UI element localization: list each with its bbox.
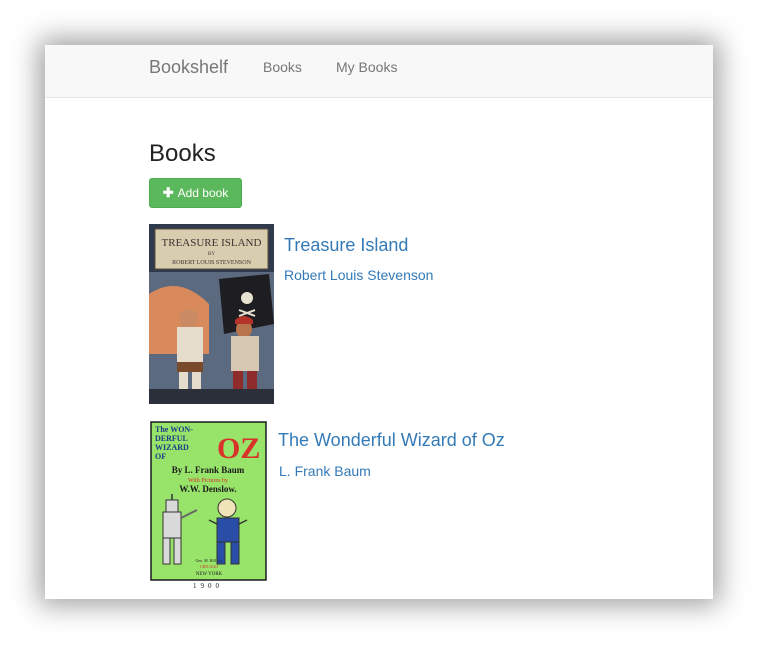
cover-city-newyork: NEW YORK: [196, 572, 223, 577]
book-author-link[interactable]: L. Frank Baum: [279, 463, 371, 479]
cover-illustrator-text: W.W. Denslow.: [179, 484, 236, 494]
book-author-link[interactable]: Robert Louis Stevenson: [284, 267, 433, 283]
cover-line-4: OF: [155, 452, 166, 461]
cover-year-text: 1900: [193, 582, 223, 590]
cover-line-2: DERFUL: [155, 434, 188, 443]
cover-city-chicago: CHICAGO: [200, 564, 218, 569]
nav-link-books[interactable]: Books: [263, 59, 302, 75]
navbar-brand[interactable]: Bookshelf: [149, 57, 228, 77]
cover-author-text: By L. Frank Baum: [172, 465, 245, 475]
book-title-link[interactable]: Treasure Island: [284, 235, 408, 255]
book-title-link[interactable]: The Wonderful Wizard of Oz: [278, 430, 505, 450]
navbar: Bookshelf Books My Books: [45, 45, 713, 98]
cover-author-text: ROBERT LOUIS STEVENSON: [172, 260, 252, 266]
nav-link-my-books[interactable]: My Books: [336, 59, 397, 75]
cover-line-3: WIZARD: [155, 443, 189, 452]
cover-by-text: BY: [208, 252, 215, 257]
cover-title-text: TREASURE ISLAND: [162, 237, 262, 249]
page-title: Books: [149, 140, 216, 167]
add-book-button[interactable]: ✚ Add book: [149, 178, 242, 208]
book-cover-treasure-island[interactable]: TREASURE ISLAND BY ROBERT LOUIS STEVENSO…: [149, 224, 274, 404]
plus-icon: ✚: [162, 185, 174, 200]
add-book-label: Add book: [177, 186, 229, 200]
browser-page: Bookshelf Books My Books Books ✚ Add boo…: [45, 45, 713, 599]
book-cover-wizard-of-oz[interactable]: The WON- DERFUL WIZARD OF OZ By L. Frank…: [149, 420, 268, 590]
cover-publisher-text: Geo. M. Hill Co.: [195, 558, 222, 563]
cover-oz-text: OZ: [217, 432, 260, 465]
cover-line-1: The WON-: [155, 425, 193, 434]
